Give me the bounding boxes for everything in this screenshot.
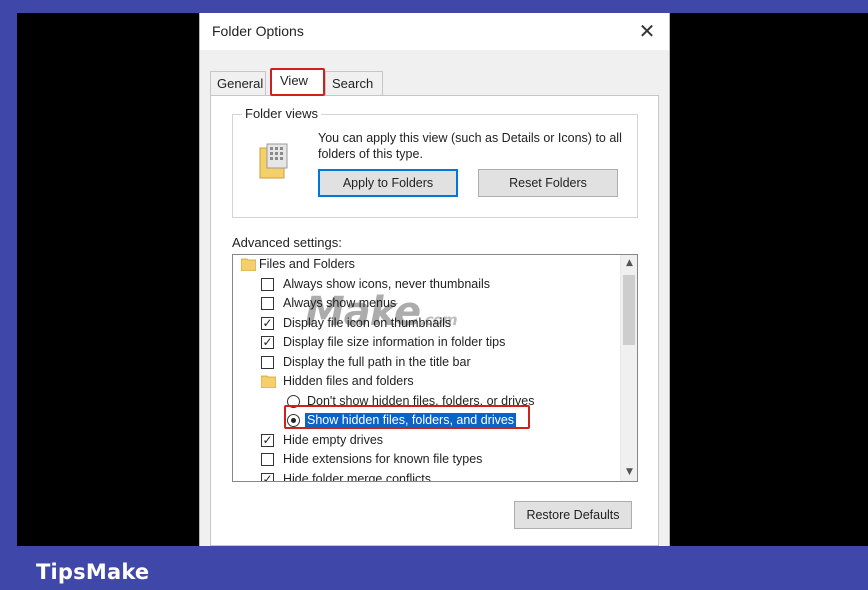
folder-views-group: Folder views You can apply this view (su… (232, 106, 638, 218)
checkbox-hide-merge-conflicts[interactable]: ✓ (261, 472, 274, 481)
close-icon[interactable]: ✕ (635, 19, 659, 43)
restore-defaults-button[interactable]: Restore Defaults (514, 501, 632, 529)
vertical-scrollbar[interactable]: ▲ ▼ (620, 255, 637, 481)
option-label: Display the full path in the title bar (283, 354, 471, 369)
folder-options-dialog: Folder Options ✕ General View Search Fol… (199, 13, 670, 546)
view-tab-panel: Folder views You can apply this view (su… (210, 95, 659, 546)
highlight-outline (284, 405, 530, 429)
checkbox-hide-extensions[interactable] (261, 453, 274, 466)
checkbox-display-file-size[interactable]: ✓ (261, 336, 274, 349)
reset-folders-button[interactable]: Reset Folders (478, 169, 618, 197)
option-label: Hide empty drives (283, 432, 384, 447)
checkbox-always-show-icons[interactable] (261, 277, 274, 291)
checkbox-hide-empty-drives[interactable]: ✓ (261, 433, 274, 447)
title-bar: Folder Options ✕ (200, 13, 669, 50)
checkbox-always-show-menus[interactable] (261, 297, 274, 310)
scroll-up-icon[interactable]: ▲ (621, 255, 637, 272)
scroll-down-icon[interactable]: ▼ (621, 464, 637, 481)
advanced-settings-tree[interactable]: Make.com Files and Folders Always show i… (232, 254, 638, 482)
checkbox-display-file-icon[interactable]: ✓ (261, 316, 274, 330)
tab-view[interactable]: View (270, 68, 325, 96)
folder-views-legend: Folder views (242, 106, 321, 121)
dialog-title: Folder Options (212, 23, 304, 39)
scroll-thumb[interactable] (623, 275, 635, 345)
tree-item-label: Hidden files and folders (283, 374, 414, 388)
tree-item-label: Files and Folders (259, 257, 355, 271)
option-label: Display file icon on thumbnails (283, 315, 452, 330)
tab-search[interactable]: Search (325, 71, 383, 95)
option-label: Display file size information in folder … (283, 335, 506, 349)
folder-icon (241, 258, 256, 271)
advanced-settings-label: Advanced settings: (232, 235, 342, 250)
tab-general[interactable]: General (210, 71, 266, 95)
folder-icon (261, 375, 276, 388)
option-label: Hide folder merge conflicts (283, 471, 431, 482)
folder-views-description: You can apply this view (such as Details… (318, 131, 622, 161)
option-label: Always show menus (283, 296, 397, 310)
option-label: Hide extensions for known file types (283, 452, 483, 466)
brand-footer: TipsMake (36, 560, 150, 584)
apply-to-folders-button[interactable]: Apply to Folders (318, 169, 458, 197)
folder-views-icon (259, 143, 288, 179)
option-label: Always show icons, never thumbnails (283, 276, 491, 291)
checkbox-display-full-path[interactable] (261, 355, 274, 369)
